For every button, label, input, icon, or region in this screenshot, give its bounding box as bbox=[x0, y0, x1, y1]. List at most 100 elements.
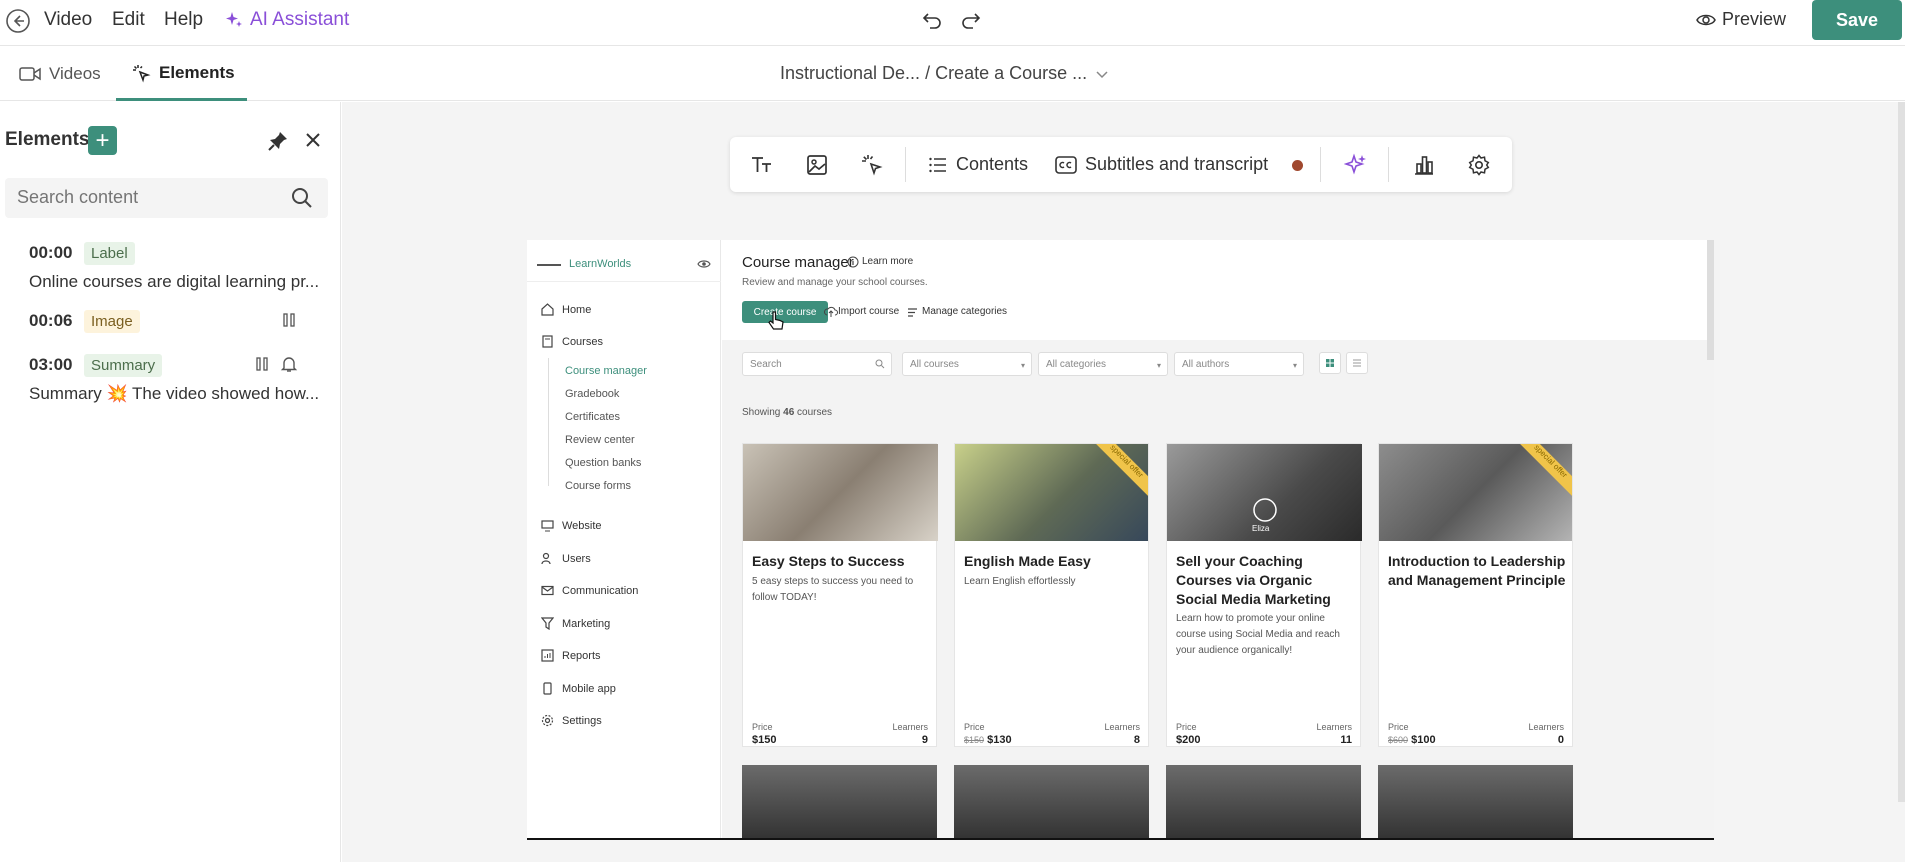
lw-scrollbar[interactable] bbox=[1707, 240, 1714, 360]
course-description: Learn how to promote your online course … bbox=[1176, 613, 1340, 656]
add-element-button[interactable]: + bbox=[88, 126, 117, 155]
subtitles-button[interactable]: Subtitles and transcript bbox=[1055, 137, 1268, 192]
course-card[interactable]: Easy Steps to Success 5 easy steps to su… bbox=[742, 443, 938, 747]
lw-nav-communication[interactable]: Communication bbox=[541, 584, 638, 597]
back-icon[interactable] bbox=[5, 8, 31, 34]
lw-showing-count: Showing 46 courses bbox=[742, 407, 832, 418]
book-icon bbox=[541, 335, 554, 348]
lw-nav-website[interactable]: Website bbox=[541, 519, 602, 532]
lw-filter-label: All authors bbox=[1182, 359, 1230, 370]
ai-sparkle-icon[interactable] bbox=[1344, 137, 1368, 192]
gear-icon bbox=[541, 714, 554, 727]
lw-manage-categories[interactable]: Manage categories bbox=[922, 306, 1007, 317]
course-card-partial[interactable] bbox=[1166, 765, 1361, 840]
close-icon[interactable] bbox=[304, 131, 322, 149]
menu-edit[interactable]: Edit bbox=[112, 9, 145, 31]
learners-count: 11 bbox=[1340, 734, 1352, 746]
text-tool-icon[interactable] bbox=[750, 137, 774, 192]
lw-page-title: Course manager bbox=[742, 254, 854, 271]
element-type-badge: Image bbox=[84, 310, 140, 333]
search-icon[interactable] bbox=[291, 187, 313, 209]
course-card-partial[interactable] bbox=[1378, 765, 1573, 840]
redo-icon[interactable] bbox=[959, 8, 983, 32]
canvas-scrollbar[interactable] bbox=[1898, 102, 1905, 802]
tab-videos[interactable]: Videos bbox=[19, 47, 101, 101]
preview-label: Preview bbox=[1722, 9, 1787, 29]
lw-main: Course manager Learn more Review and man… bbox=[722, 240, 1714, 840]
save-button[interactable]: Save bbox=[1812, 0, 1902, 40]
course-card-partial[interactable] bbox=[954, 765, 1149, 840]
search-box bbox=[5, 178, 328, 218]
bell-icon[interactable] bbox=[280, 355, 298, 373]
tab-bar: Videos Elements Instructional De... / Cr… bbox=[0, 47, 1905, 101]
lw-filter-courses[interactable]: All courses ▾ bbox=[902, 352, 1032, 376]
preview-button[interactable]: Preview bbox=[1696, 9, 1786, 30]
contents-button[interactable]: Contents bbox=[928, 137, 1028, 192]
settings-gear-icon[interactable] bbox=[1468, 137, 1490, 192]
course-card[interactable]: special offer Introduction to Leadership… bbox=[1378, 443, 1573, 747]
upload-icon bbox=[824, 306, 838, 318]
lw-sub-course-forms[interactable]: Course forms bbox=[565, 480, 631, 492]
lw-nav-label: Users bbox=[562, 552, 591, 565]
lw-search-field[interactable]: Search bbox=[742, 352, 892, 376]
course-price: $100 bbox=[1411, 734, 1436, 746]
contents-label: Contents bbox=[956, 154, 1029, 174]
lw-import-course[interactable]: Import course bbox=[838, 306, 899, 317]
price-label: Price bbox=[752, 722, 773, 732]
breadcrumb[interactable]: Instructional De... / Create a Course ..… bbox=[780, 63, 1109, 84]
course-price-row: $600 $100 bbox=[1388, 734, 1436, 746]
pin-icon[interactable] bbox=[267, 130, 289, 152]
eye-icon[interactable] bbox=[697, 258, 711, 270]
lw-nav-users[interactable]: Users bbox=[541, 552, 591, 565]
ai-assistant-button[interactable]: AI Assistant bbox=[250, 9, 349, 31]
course-count: 46 bbox=[783, 407, 795, 418]
lw-nav-mobile-app[interactable]: Mobile app bbox=[541, 682, 616, 695]
lw-sub-certificates[interactable]: Certificates bbox=[565, 411, 620, 423]
price-label: Price bbox=[964, 722, 985, 732]
tab-elements[interactable]: Elements bbox=[116, 47, 247, 101]
video-controls-bar[interactable] bbox=[527, 838, 1714, 840]
menu-help[interactable]: Help bbox=[164, 9, 203, 31]
lw-nav-settings[interactable]: Settings bbox=[541, 714, 602, 727]
report-icon bbox=[541, 649, 554, 662]
interaction-tool-icon[interactable] bbox=[860, 137, 884, 192]
element-item-image[interactable]: 00:06 Image bbox=[0, 306, 340, 338]
chevron-down-icon: ▾ bbox=[1156, 361, 1161, 370]
lw-nav-reports[interactable]: Reports bbox=[541, 649, 601, 662]
course-card-partial[interactable] bbox=[742, 765, 937, 840]
lw-nav-label: Communication bbox=[562, 584, 639, 597]
element-item-label[interactable]: 00:00 Label Online courses are digital l… bbox=[0, 238, 340, 294]
lw-sidebar: LearnWorlds Home Courses Course manager … bbox=[527, 240, 721, 840]
pause-icon[interactable] bbox=[282, 313, 296, 327]
analytics-icon[interactable] bbox=[1413, 137, 1435, 192]
lw-filter-categories[interactable]: All categories ▾ bbox=[1038, 352, 1168, 376]
course-title: English Made Easy bbox=[964, 553, 1091, 569]
video-frame[interactable]: LearnWorlds Home Courses Course manager … bbox=[527, 240, 1714, 840]
closed-caption-icon bbox=[1055, 155, 1077, 174]
lw-sub-review-center[interactable]: Review center bbox=[565, 434, 635, 446]
lw-filter-authors[interactable]: All authors ▾ bbox=[1174, 352, 1304, 376]
course-card[interactable]: special offer English Made Easy Learn En… bbox=[954, 443, 1149, 747]
lw-sub-question-banks[interactable]: Question banks bbox=[565, 457, 641, 469]
home-icon bbox=[541, 303, 554, 316]
learners-count: 9 bbox=[921, 734, 928, 746]
lw-sub-course-manager[interactable]: Course manager bbox=[565, 365, 647, 377]
lw-learn-more[interactable]: Learn more bbox=[862, 256, 913, 267]
image-tool-icon[interactable] bbox=[805, 137, 829, 192]
info-icon bbox=[847, 256, 859, 268]
lw-nav-home[interactable]: Home bbox=[541, 303, 591, 316]
search-input[interactable] bbox=[17, 187, 277, 208]
lw-logo-icon bbox=[537, 264, 561, 266]
grid-view-icon[interactable] bbox=[1319, 352, 1341, 374]
menu-video[interactable]: Video bbox=[44, 9, 92, 31]
pause-icon[interactable] bbox=[255, 357, 269, 371]
course-card[interactable]: Eliza Sell your Coaching Courses via Org… bbox=[1166, 443, 1362, 747]
phone-icon bbox=[541, 682, 554, 695]
lw-nav-courses[interactable]: Courses bbox=[541, 335, 603, 348]
list-view-icon[interactable] bbox=[1346, 352, 1368, 374]
lw-sub-gradebook[interactable]: Gradebook bbox=[565, 388, 619, 400]
undo-icon[interactable] bbox=[920, 8, 944, 32]
lw-nav-marketing[interactable]: Marketing bbox=[541, 617, 610, 630]
element-item-summary[interactable]: 03:00 Summary Summary 💥 The video showed… bbox=[0, 350, 340, 410]
search-icon bbox=[875, 359, 885, 369]
